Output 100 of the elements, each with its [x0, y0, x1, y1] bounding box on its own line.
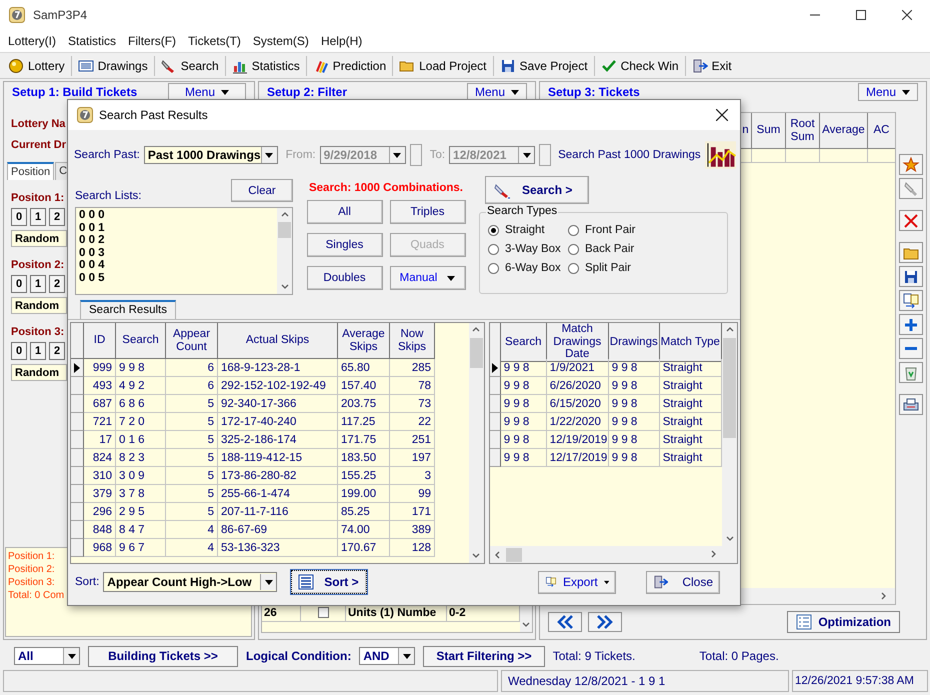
toolbar-button[interactable] — [899, 394, 923, 415]
menu-item[interactable]: Help(H) — [314, 34, 368, 48]
tab[interactable]: Position — [7, 162, 54, 180]
toolbar-button[interactable] — [899, 314, 923, 335]
menu-button[interactable]: Menu — [858, 83, 918, 101]
quick-select-button[interactable]: Doubles — [306, 266, 382, 290]
radio-button[interactable]: Back Pair — [568, 243, 668, 255]
column-header[interactable]: Sum — [751, 113, 785, 149]
list-item[interactable]: 0 0 5 — [79, 272, 274, 284]
toolbar-button[interactable] — [899, 362, 923, 383]
clear-button[interactable]: Clear — [231, 179, 293, 202]
menu-item[interactable]: Tickets(T) — [182, 34, 247, 48]
scroll-down-icon[interactable] — [726, 535, 734, 543]
digit-button[interactable]: 0 — [11, 275, 27, 293]
scrollbar[interactable] — [277, 208, 292, 294]
sort-dropdown[interactable]: Appear Count High->Low — [103, 572, 278, 592]
menu-item[interactable]: Statistics — [62, 34, 122, 48]
column-header[interactable]: Now Skips — [390, 323, 435, 359]
toolbar-button[interactable]: Exit — [688, 56, 736, 76]
scroll-thumb[interactable] — [470, 338, 483, 368]
search-past-dropdown[interactable]: Past 1000 Drawings — [144, 146, 278, 164]
scroll-thumb[interactable] — [506, 548, 522, 562]
search-button[interactable]: Search > — [485, 176, 589, 204]
list-item[interactable]: 0 0 3 — [79, 246, 274, 259]
mode-field[interactable]: Random — [11, 230, 67, 247]
radio-button[interactable]: Split Pair — [568, 262, 668, 274]
dropdown-button[interactable]: Manual — [390, 266, 466, 290]
column-header[interactable]: Search — [116, 323, 166, 359]
toolbar-button[interactable] — [899, 242, 923, 263]
bar-chart-icon[interactable] — [704, 141, 736, 169]
previous-button[interactable] — [548, 612, 582, 632]
build-tickets-button[interactable]: Building Tickets >> — [88, 646, 238, 666]
row-indicator[interactable] — [71, 359, 84, 377]
radio-button[interactable]: Front Pair — [568, 224, 668, 236]
list-item[interactable]: 0 0 0 — [79, 209, 274, 222]
column-header[interactable]: Average Skips — [338, 323, 390, 359]
quick-select-button[interactable]: Singles — [306, 233, 382, 257]
toolbar-button[interactable] — [899, 266, 923, 287]
scroll-up-icon[interactable] — [726, 326, 734, 334]
quick-select-button[interactable]: Triples — [390, 200, 466, 224]
toolbar-button[interactable]: Statistics — [228, 56, 304, 76]
list-item[interactable]: 0 0 4 — [79, 259, 274, 272]
toolbar-button[interactable] — [899, 210, 923, 231]
close-button[interactable]: Close — [646, 570, 720, 594]
scroll-thumb[interactable] — [723, 338, 736, 438]
toolbar-button[interactable]: Check Win — [596, 56, 683, 76]
toolbar-button[interactable] — [899, 290, 923, 311]
toolbar-button[interactable]: Drawings — [74, 56, 152, 76]
toolbar-button[interactable]: Load Project — [395, 56, 491, 76]
toolbar-button[interactable]: Prediction — [308, 56, 390, 76]
sort-button[interactable]: Sort > — [291, 570, 368, 594]
column-header[interactable]: Actual Skips — [218, 323, 338, 359]
results-tab[interactable]: Search Results — [80, 300, 176, 319]
scroll-left-icon[interactable] — [494, 550, 502, 558]
column-header[interactable]: Match Type — [660, 323, 722, 362]
scrollbar[interactable] — [722, 323, 737, 546]
checkbox[interactable] — [318, 607, 328, 618]
scrollbar[interactable] — [468, 323, 484, 563]
scroll-down-icon[interactable] — [280, 283, 288, 291]
filter-dropdown[interactable]: All — [14, 647, 80, 665]
toolbar-button[interactable]: Search — [156, 56, 223, 76]
start-filtering-button[interactable]: Start Filtering >> — [423, 646, 545, 666]
column-header[interactable]: ID — [84, 323, 116, 359]
toolbar-button[interactable]: Lottery — [4, 56, 69, 76]
column-header[interactable]: Match Drawings Date — [546, 323, 609, 362]
mode-field[interactable]: Random — [11, 297, 67, 314]
scroll-right-icon[interactable] — [709, 550, 717, 558]
radio-button[interactable]: 3-Way Box — [488, 243, 568, 255]
list-item[interactable]: 0 0 2 — [79, 234, 274, 246]
menu-item[interactable]: Filters(F) — [122, 34, 182, 48]
scroll-down-icon[interactable] — [472, 552, 480, 560]
digit-button[interactable]: 2 — [49, 208, 65, 226]
column-header[interactable]: Root Sum — [785, 113, 819, 149]
scroll-down-icon[interactable] — [522, 621, 530, 629]
radio-button[interactable]: Straight — [488, 224, 568, 236]
optimization-button[interactable]: Optimization — [787, 611, 900, 633]
digit-button[interactable]: 2 — [49, 342, 65, 360]
toolbar-button[interactable]: Save Project — [496, 56, 592, 76]
spin-button[interactable] — [539, 144, 552, 166]
mode-field[interactable]: Random — [11, 364, 67, 381]
scroll-up-icon[interactable] — [280, 211, 288, 219]
scroll-thumb[interactable] — [278, 222, 291, 238]
quick-select-button[interactable]: All — [306, 200, 382, 224]
toolbar-button[interactable] — [899, 338, 923, 359]
row-indicator[interactable] — [490, 359, 501, 377]
digit-button[interactable]: 0 — [11, 342, 27, 360]
toolbar-button[interactable] — [899, 154, 923, 175]
digit-button[interactable]: 1 — [30, 208, 46, 226]
scrollbar[interactable] — [490, 546, 737, 563]
column-header[interactable]: Appear Count — [166, 323, 218, 359]
digit-button[interactable]: 1 — [30, 275, 46, 293]
next-button[interactable] — [588, 612, 622, 632]
column-header[interactable]: AC — [867, 113, 895, 149]
logic-dropdown[interactable]: AND — [359, 647, 416, 665]
spin-button[interactable] — [410, 144, 422, 166]
menu-item[interactable]: Lottery(I) — [2, 34, 62, 48]
scroll-right-icon[interactable] — [879, 592, 887, 600]
digit-button[interactable]: 1 — [30, 342, 46, 360]
menu-item[interactable]: System(S) — [246, 34, 315, 48]
digit-button[interactable]: 2 — [49, 275, 65, 293]
